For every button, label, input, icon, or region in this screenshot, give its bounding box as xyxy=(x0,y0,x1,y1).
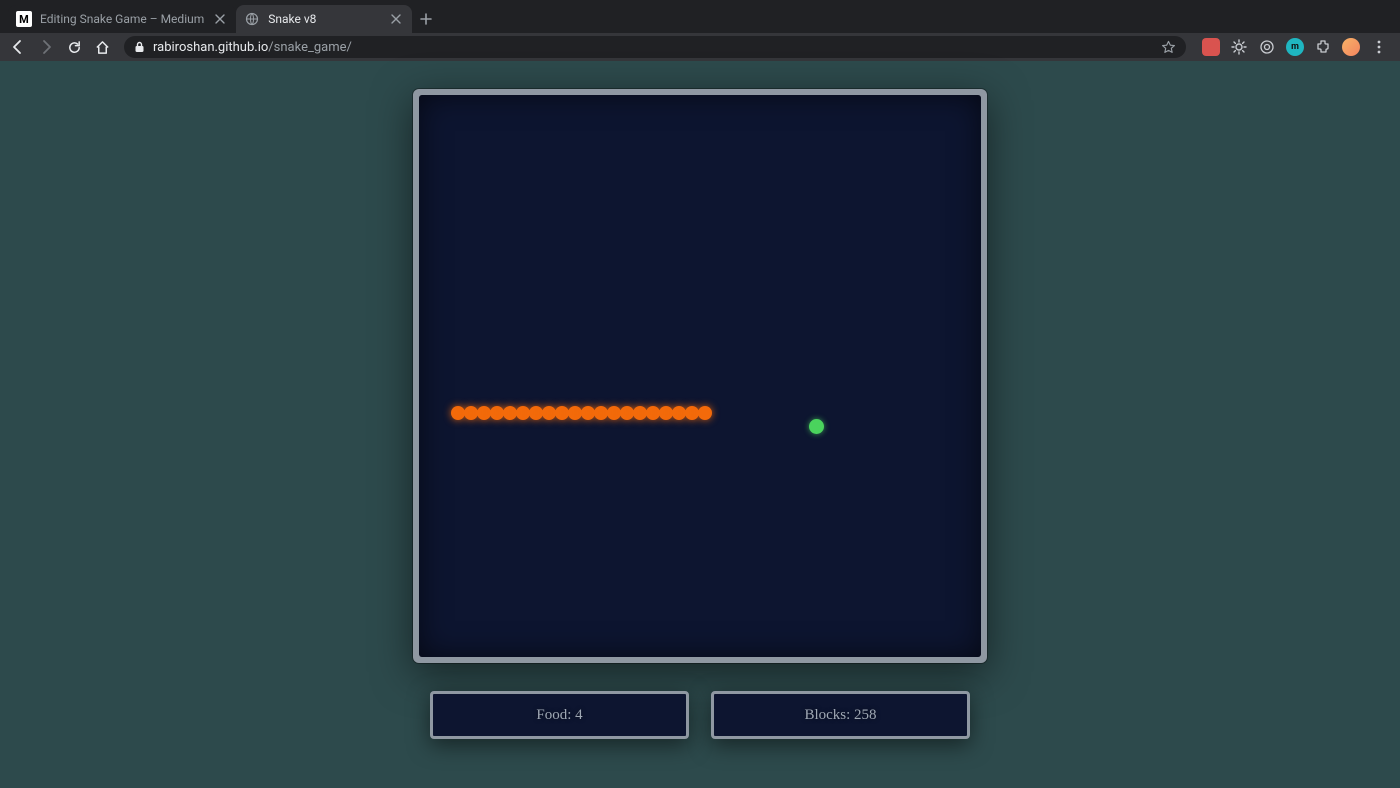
url-path: /snake_game/ xyxy=(268,40,352,55)
extension-icon[interactable] xyxy=(1230,38,1248,56)
browser-tabstrip: M Editing Snake Game – Medium Snake v8 xyxy=(0,0,1400,33)
tab-editing-snake-game[interactable]: M Editing Snake Game – Medium xyxy=(8,5,236,33)
snake-segment xyxy=(555,406,569,420)
snake-segment xyxy=(477,406,491,420)
snake-segment xyxy=(672,406,686,420)
blocks-panel: Blocks: 258 xyxy=(711,691,970,739)
address-bar[interactable]: rabiroshan.github.io/snake_game/ xyxy=(124,36,1186,58)
snake-segment xyxy=(607,406,621,420)
stats-panels: Food: 4 Blocks: 258 xyxy=(430,691,970,739)
game-board-frame xyxy=(413,89,987,663)
food-panel: Food: 4 xyxy=(430,691,689,739)
snake-segment xyxy=(698,406,712,420)
reload-button[interactable] xyxy=(62,35,86,59)
snake-segment xyxy=(516,406,530,420)
tab-title: Editing Snake Game – Medium xyxy=(40,12,204,26)
kebab-menu-icon[interactable] xyxy=(1370,38,1388,56)
game-board[interactable] xyxy=(419,95,981,657)
extension-icon[interactable]: m xyxy=(1286,38,1304,56)
snake-segment xyxy=(620,406,634,420)
extension-icon[interactable] xyxy=(1202,38,1220,56)
extension-icon[interactable] xyxy=(1258,38,1276,56)
page-viewport: Food: 4 Blocks: 258 xyxy=(0,61,1400,788)
snake-segment xyxy=(685,406,699,420)
url-text: rabiroshan.github.io/snake_game/ xyxy=(153,40,1153,55)
home-button[interactable] xyxy=(90,35,114,59)
food xyxy=(809,419,824,434)
food-value: 4 xyxy=(575,707,583,724)
profile-avatar-icon[interactable] xyxy=(1342,38,1360,56)
snake-segment xyxy=(464,406,478,420)
blocks-value: 258 xyxy=(854,707,877,724)
extension-icons: m xyxy=(1196,38,1394,56)
food-label: Food: xyxy=(536,707,571,724)
snake-segment xyxy=(490,406,504,420)
medium-favicon-icon: M xyxy=(16,11,32,27)
snake xyxy=(451,406,711,420)
bookmark-star-icon[interactable] xyxy=(1161,40,1176,55)
snake-segment xyxy=(568,406,582,420)
forward-button[interactable] xyxy=(34,35,58,59)
close-icon[interactable] xyxy=(212,11,228,27)
snake-segment xyxy=(542,406,556,420)
blocks-label: Blocks: xyxy=(804,707,850,724)
close-icon[interactable] xyxy=(388,11,404,27)
globe-favicon-icon xyxy=(244,11,260,27)
snake-segment xyxy=(529,406,543,420)
snake-segment xyxy=(659,406,673,420)
snake-segment xyxy=(451,406,465,420)
snake-segment xyxy=(646,406,660,420)
back-button[interactable] xyxy=(6,35,30,59)
new-tab-button[interactable] xyxy=(412,5,440,33)
snake-segment xyxy=(633,406,647,420)
lock-icon xyxy=(134,41,145,53)
snake-segment xyxy=(503,406,517,420)
snake-segment xyxy=(581,406,595,420)
tab-title: Snake v8 xyxy=(268,12,380,26)
tab-snake-v8[interactable]: Snake v8 xyxy=(236,5,412,33)
browser-toolbar: rabiroshan.github.io/snake_game/ m xyxy=(0,33,1400,61)
url-host: rabiroshan.github.io xyxy=(153,40,268,55)
extensions-menu-icon[interactable] xyxy=(1314,38,1332,56)
snake-segment xyxy=(594,406,608,420)
